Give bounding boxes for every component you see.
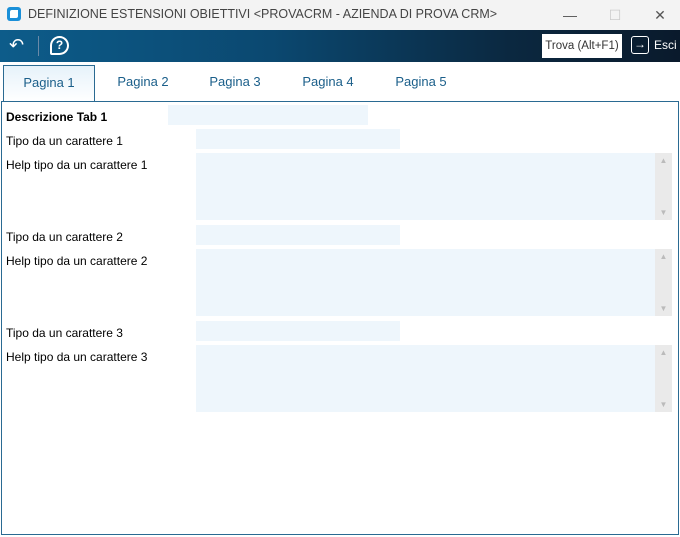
scroll-up-icon[interactable]: ▲	[655, 156, 672, 165]
scroll-down-icon[interactable]: ▼	[655, 208, 672, 217]
tipo-3-input[interactable]	[196, 321, 400, 341]
tab-pagina-1[interactable]: Pagina 1	[3, 65, 95, 102]
scroll-down-icon[interactable]: ▼	[655, 304, 672, 313]
maximize-button[interactable]: ☐	[600, 4, 630, 26]
app-icon	[7, 7, 21, 21]
tipo-1-input[interactable]	[196, 129, 400, 149]
find-button[interactable]: Trova (Alt+F1)	[542, 34, 622, 58]
help-2-label: Help tipo da un carattere 2	[6, 254, 148, 268]
help-1-scrollbar[interactable]: ▲ ▼	[655, 153, 672, 220]
exit-icon[interactable]: →	[631, 36, 649, 54]
tab-bar: Pagina 1 Pagina 2 Pagina 3 Pagina 4 Pagi…	[0, 62, 680, 102]
scroll-up-icon[interactable]: ▲	[655, 252, 672, 261]
help-2-textarea[interactable]	[196, 249, 672, 316]
help-3-textarea[interactable]	[196, 345, 672, 412]
tipo-3-label: Tipo da un carattere 3	[6, 326, 123, 340]
help-1-textarea[interactable]	[196, 153, 672, 220]
exit-button[interactable]: Esci	[654, 38, 677, 52]
help-icon[interactable]: ?	[50, 36, 69, 55]
tab-pagina-2[interactable]: Pagina 2	[97, 65, 189, 101]
help-2-scrollbar[interactable]: ▲ ▼	[655, 249, 672, 316]
toolbar-divider	[38, 36, 39, 56]
scroll-down-icon[interactable]: ▼	[655, 400, 672, 409]
descrizione-label: Descrizione Tab 1	[6, 110, 108, 124]
tab-pagina-5[interactable]: Pagina 5	[375, 65, 467, 101]
help-3-scrollbar[interactable]: ▲ ▼	[655, 345, 672, 412]
help-3-label: Help tipo da un carattere 3	[6, 350, 148, 364]
close-button[interactable]: ✕	[645, 4, 675, 26]
tipo-1-label: Tipo da un carattere 1	[6, 134, 123, 148]
tipo-2-input[interactable]	[196, 225, 400, 245]
descrizione-input[interactable]	[168, 105, 368, 125]
tab-pagina-4[interactable]: Pagina 4	[282, 65, 374, 101]
tab-pagina-3[interactable]: Pagina 3	[189, 65, 281, 101]
help-1-label: Help tipo da un carattere 1	[6, 158, 148, 172]
back-icon[interactable]: ↶	[9, 35, 24, 56]
minimize-button[interactable]: —	[555, 4, 585, 26]
scroll-up-icon[interactable]: ▲	[655, 348, 672, 357]
window-title: DEFINIZIONE ESTENSIONI OBIETTIVI <PROVAC…	[28, 7, 498, 21]
title-bar: DEFINIZIONE ESTENSIONI OBIETTIVI <PROVAC…	[0, 0, 680, 30]
tipo-2-label: Tipo da un carattere 2	[6, 230, 123, 244]
